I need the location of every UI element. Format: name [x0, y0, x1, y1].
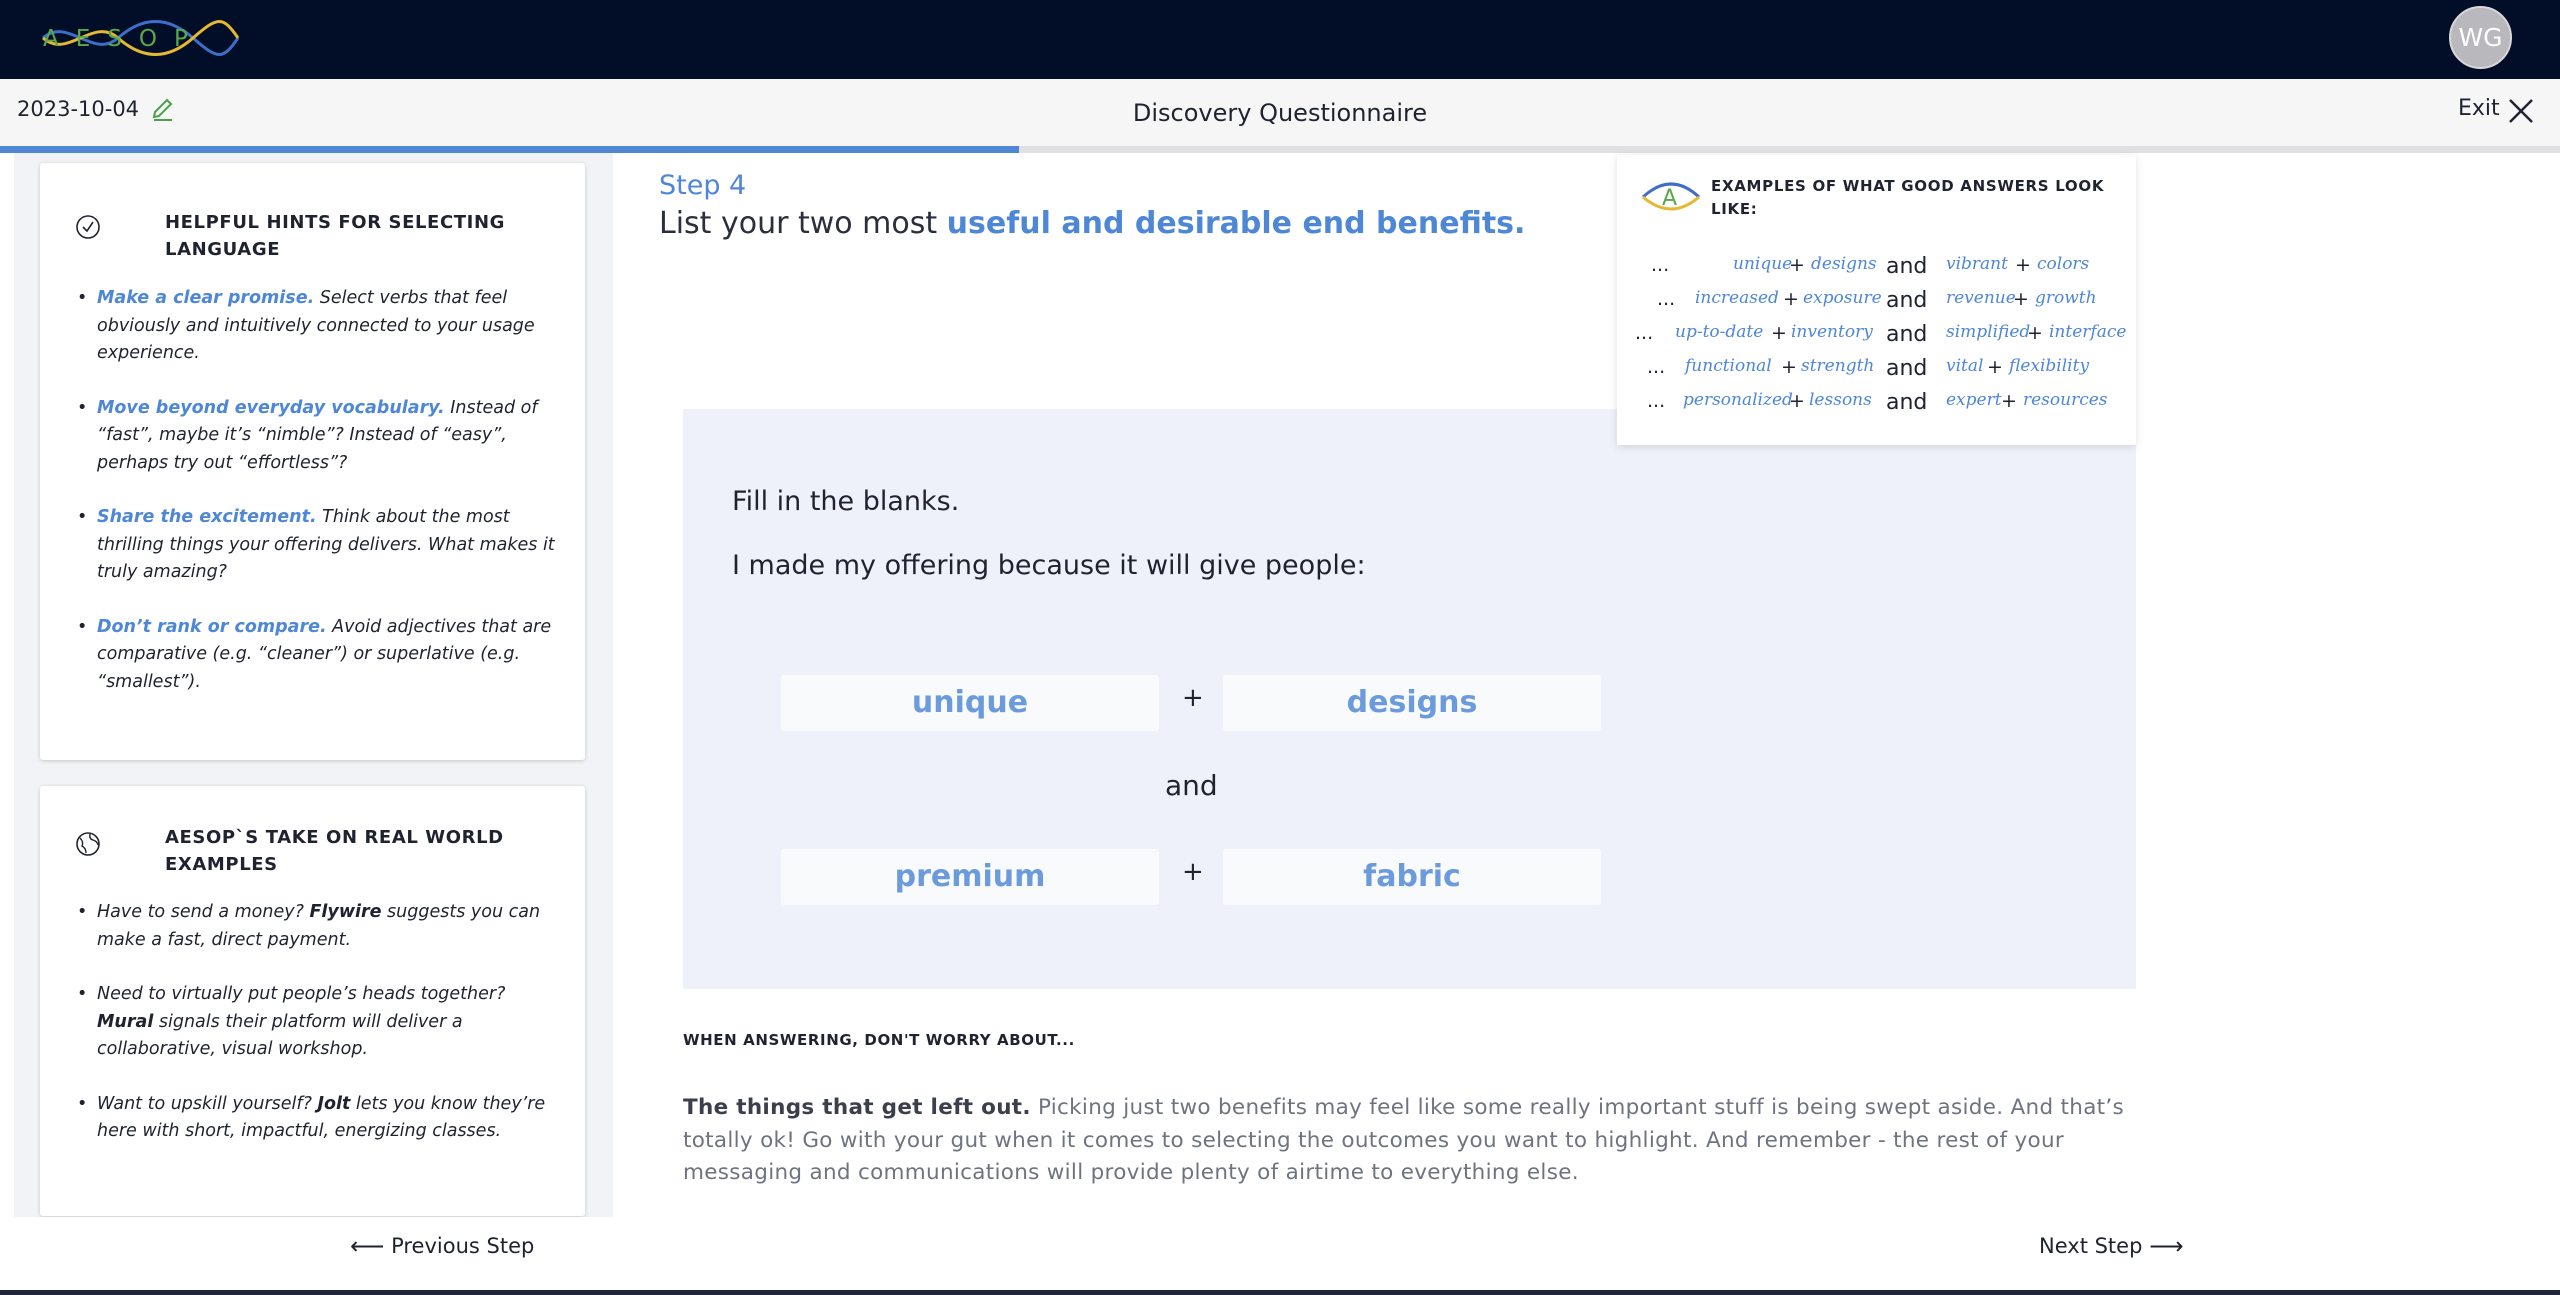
worry-heading: WHEN ANSWERING, DON'T WORRY ABOUT... [683, 1031, 1075, 1049]
example-row: ... up-to-date + inventory and simplifie… [1635, 322, 2127, 347]
fill-in-panel: Fill in the blanks. I made my offering b… [683, 409, 2136, 989]
example-item: Need to virtually put people’s heads tog… [77, 981, 563, 1064]
previous-step-label: Previous Step [391, 1234, 535, 1258]
example-row: ... unique + designs and vibrant + color… [1651, 254, 2090, 279]
example-row: ... increased + exposure and revenue + g… [1657, 288, 2097, 313]
benefit-2-word-1-input[interactable]: premium [781, 849, 1159, 905]
arrow-left-icon: ⟵ [350, 1232, 385, 1260]
examples-title: AESOP`S TAKE ON REAL WORLD EXAMPLES [165, 827, 504, 875]
aesop-a-icon: A [1641, 182, 1701, 211]
arrow-right-icon: ⟶ [2149, 1232, 2184, 1260]
hints-card: HELPFUL HINTS FOR SELECTING LANGUAGE Mak… [40, 163, 585, 760]
next-step-label: Next Step [2039, 1234, 2143, 1258]
close-icon[interactable] [2507, 97, 2535, 125]
fill-prompt: I made my offering because it will give … [732, 550, 1366, 581]
exit-button[interactable]: Exit [2458, 96, 2500, 121]
progress-bar-fill [0, 146, 1019, 153]
example-item: Want to upskill yourself? Jolt lets you … [77, 1091, 563, 1146]
globe-icon [76, 832, 100, 856]
page-title: Discovery Questionnaire [1132, 99, 1428, 127]
example-row: ... functional + strength and vital + fl… [1647, 356, 2090, 381]
progress-bar [0, 146, 2560, 153]
sidebar[interactable]: HELPFUL HINTS FOR SELECTING LANGUAGE Mak… [14, 153, 613, 1217]
hint-item: Make a clear promise. Select verbs that … [77, 285, 563, 368]
hint-item: Don’t rank or compare. Avoid adjectives … [77, 614, 563, 697]
examples-panel-title: EXAMPLES OF WHAT GOOD ANSWERS LOOK LIKE: [1711, 177, 2105, 218]
top-navbar: AESOP WG [0, 0, 2560, 79]
hint-item: Move beyond everyday vocabulary. Instead… [77, 395, 563, 478]
examples-card: AESOP`S TAKE ON REAL WORLD EXAMPLES Have… [40, 786, 585, 1216]
svg-text:AESOP: AESOP [43, 26, 205, 52]
example-row: ... personalized + lessons and expert + … [1647, 390, 2108, 415]
plus-sign: + [1182, 683, 1204, 713]
previous-step-button[interactable]: ⟵ Previous Step [350, 1232, 534, 1260]
aesop-logo[interactable]: AESOP [38, 14, 243, 62]
step-question: List your two most useful and desirable … [659, 206, 1526, 241]
example-item: Have to send a money? Flywire suggests y… [77, 899, 563, 954]
benefit-2-word-2-input[interactable]: fabric [1223, 849, 1601, 905]
hints-list: Make a clear promise. Select verbs that … [77, 285, 563, 723]
bottom-border [0, 1290, 2560, 1295]
plus-sign: + [1182, 857, 1204, 887]
examples-panel: A EXAMPLES OF WHAT GOOD ANSWERS LOOK LIK… [1617, 155, 2136, 445]
step-number: Step 4 [659, 170, 747, 201]
benefit-1-word-1-input[interactable]: unique [781, 675, 1159, 731]
and-label: and [1165, 769, 1218, 802]
hints-title: HELPFUL HINTS FOR SELECTING LANGUAGE [165, 212, 505, 260]
fill-title: Fill in the blanks. [732, 486, 960, 517]
hint-item: Share the excitement. Think about the mo… [77, 504, 563, 587]
worry-paragraph: The things that get left out. Picking ju… [683, 1095, 2125, 1185]
user-avatar[interactable]: WG [2449, 6, 2512, 69]
check-circle-icon [76, 215, 100, 239]
svg-text:A: A [1662, 186, 1677, 211]
next-step-button[interactable]: Next Step ⟶ [2039, 1232, 2184, 1260]
examples-list: Have to send a money? Flywire suggests y… [77, 899, 563, 1173]
benefit-1-word-2-input[interactable]: designs [1223, 675, 1601, 731]
